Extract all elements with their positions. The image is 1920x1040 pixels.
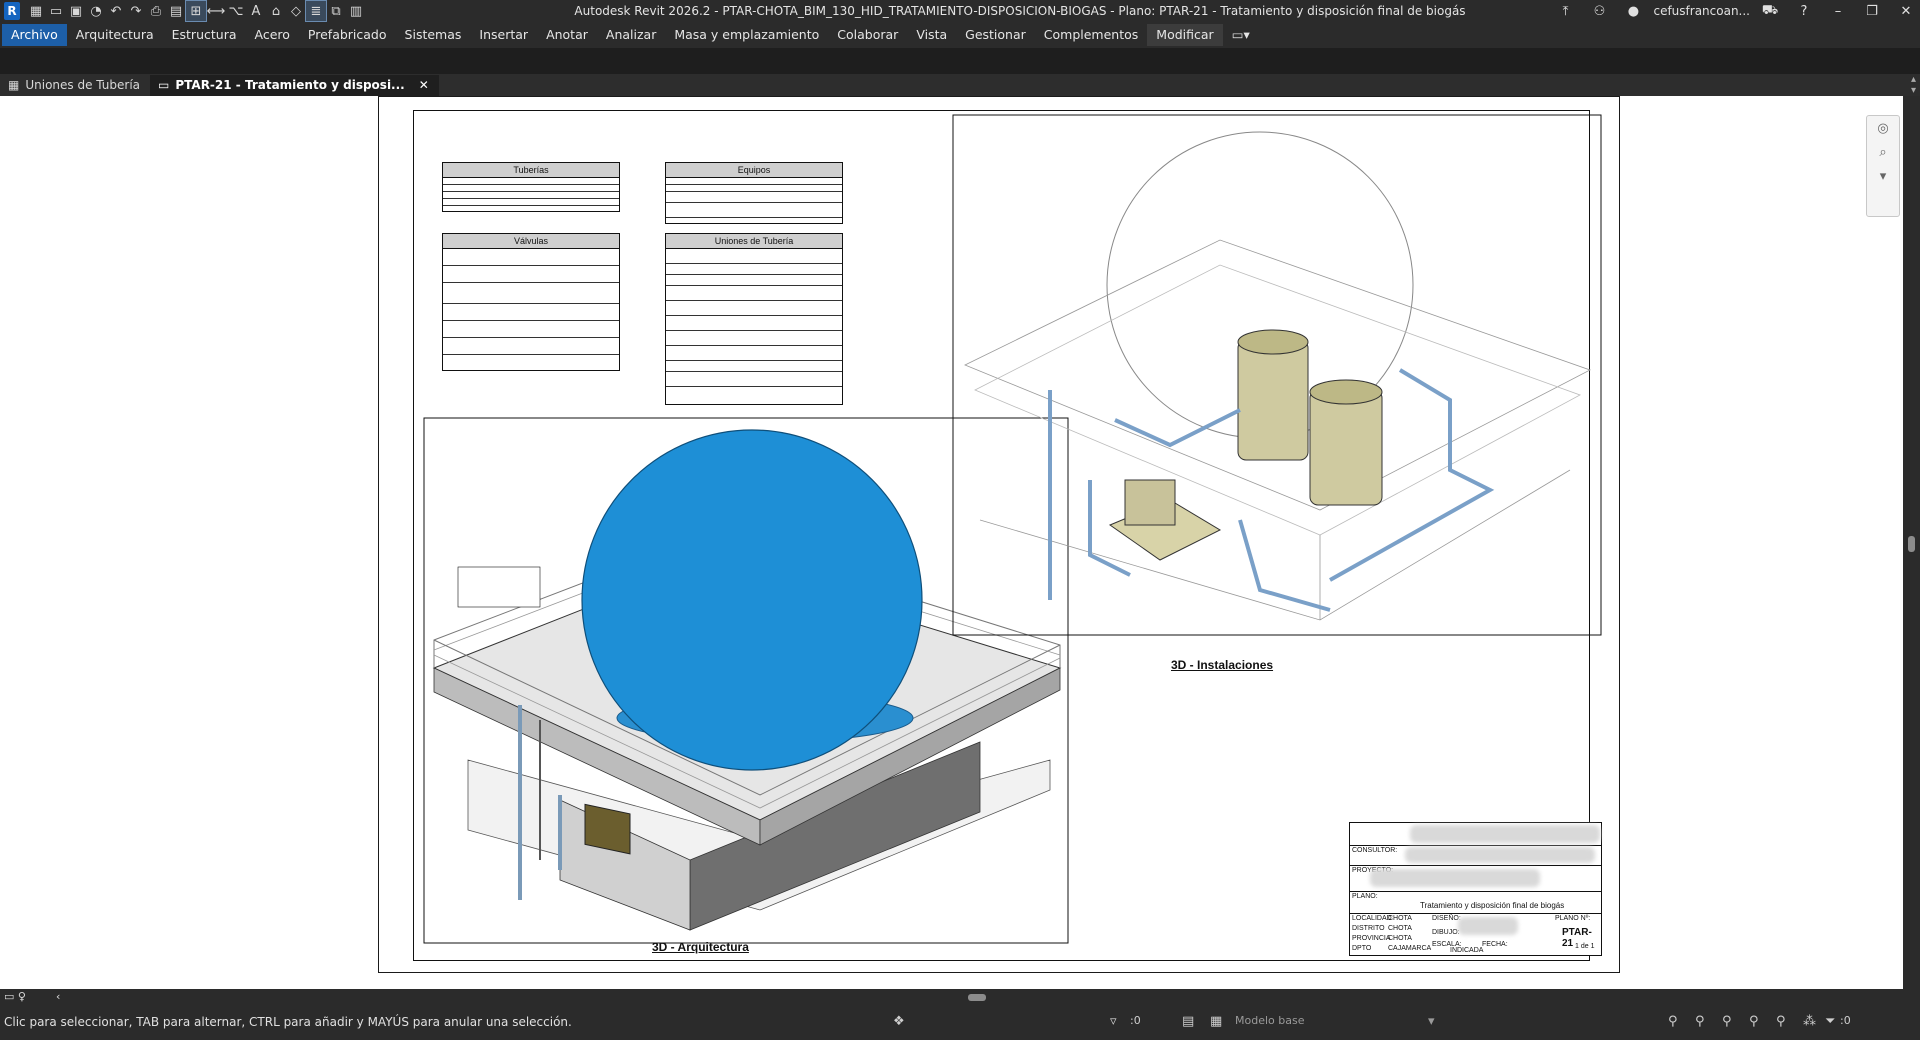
select-underlay-icon[interactable]: ⚲	[1695, 1014, 1705, 1029]
consultor-label: CONSULTOR:	[1352, 847, 1398, 854]
sheet-views-svg	[423, 114, 1602, 944]
fecha-label: FECHA:	[1482, 941, 1508, 948]
steering-wheel-icon[interactable]: ◎	[1867, 116, 1899, 140]
redacted-header	[1410, 825, 1600, 843]
model-dropdown-icon[interactable]: ▾	[1428, 1014, 1435, 1029]
view-title-instalaciones[interactable]: 3D - Instalaciones	[1171, 658, 1273, 672]
provincia-label: PROVINCIA	[1352, 935, 1391, 942]
select-by-face-icon[interactable]: ⚲	[1749, 1014, 1759, 1029]
status-bar: Clic para seleccionar, TAB para alternar…	[0, 1006, 1920, 1040]
model-selector[interactable]: Modelo base	[1235, 1014, 1304, 1027]
selection-count-b: :0	[1840, 1014, 1851, 1027]
dpto-label: DPTO	[1352, 945, 1372, 952]
gas-dome-drawing	[581, 429, 923, 771]
editing-requests-icon[interactable]: ▦	[1210, 1014, 1222, 1029]
design-options-icon[interactable]: ▤	[1182, 1014, 1194, 1029]
page-count: 1 de 1	[1575, 943, 1595, 950]
title-block[interactable]: CONSULTOR: PROYECTO: PLANO: Tratamiento …	[1349, 822, 1602, 956]
redacted-consultor	[1405, 847, 1595, 863]
horizontal-scrollbar[interactable]: ▭ ♀ ‹	[0, 989, 1920, 1006]
filter-icon[interactable]: ⏷	[1825, 1014, 1835, 1029]
distrito-value: CHOTA	[1388, 925, 1412, 932]
status-hint: Clic para seleccionar, TAB para alternar…	[4, 1015, 572, 1029]
zoom-icon[interactable]: ⌕	[1867, 140, 1899, 164]
redacted-proyecto	[1370, 869, 1540, 887]
select-pinned-icon[interactable]: ⚲	[1722, 1014, 1732, 1029]
dibujo-label: DIBUJO:	[1432, 929, 1460, 936]
scroll-left-icon[interactable]: ‹	[56, 990, 60, 1003]
horizontal-scroll-thumb[interactable]	[968, 994, 986, 1001]
dpto-value: CAJAMARCA	[1388, 945, 1432, 952]
vertical-scrollbar[interactable]	[1903, 96, 1920, 989]
diseno-label: DISEÑO:	[1432, 915, 1461, 922]
distrito-label: DISTRITO	[1352, 925, 1385, 932]
redacted-designer	[1458, 917, 1518, 935]
navigation-bar: ◎ ⌕ ▾	[1866, 115, 1900, 217]
workset-icon[interactable]: ❖	[893, 1014, 905, 1029]
localidad-label: LOCALIDAD	[1352, 915, 1392, 922]
view-control-icon[interactable]: ▭ ♀	[4, 990, 26, 1003]
localidad-value: CHOTA	[1388, 915, 1412, 922]
vertical-scroll-thumb[interactable]	[1908, 536, 1915, 552]
plano-name: Tratamiento y disposición final de biogá…	[1420, 901, 1565, 910]
drag-on-selection-icon[interactable]: ⚲	[1776, 1014, 1786, 1029]
plano-label: PLANO:	[1352, 893, 1378, 900]
zoom-dropdown-icon[interactable]: ▾	[1867, 164, 1899, 188]
plano-number-label: PLANO Nº:	[1555, 915, 1591, 922]
select-links-icon[interactable]: ⚲	[1668, 1014, 1678, 1029]
selection-count-a: :0	[1130, 1014, 1141, 1027]
background-process-icon[interactable]: ⁂	[1803, 1014, 1816, 1029]
filter-small-icon[interactable]: ▿	[1110, 1014, 1117, 1029]
view-title-arquitectura[interactable]: 3D - Arquitectura	[652, 940, 749, 954]
escala-value: INDICADA	[1450, 947, 1484, 954]
provincia-value: CHOTA	[1388, 935, 1412, 942]
